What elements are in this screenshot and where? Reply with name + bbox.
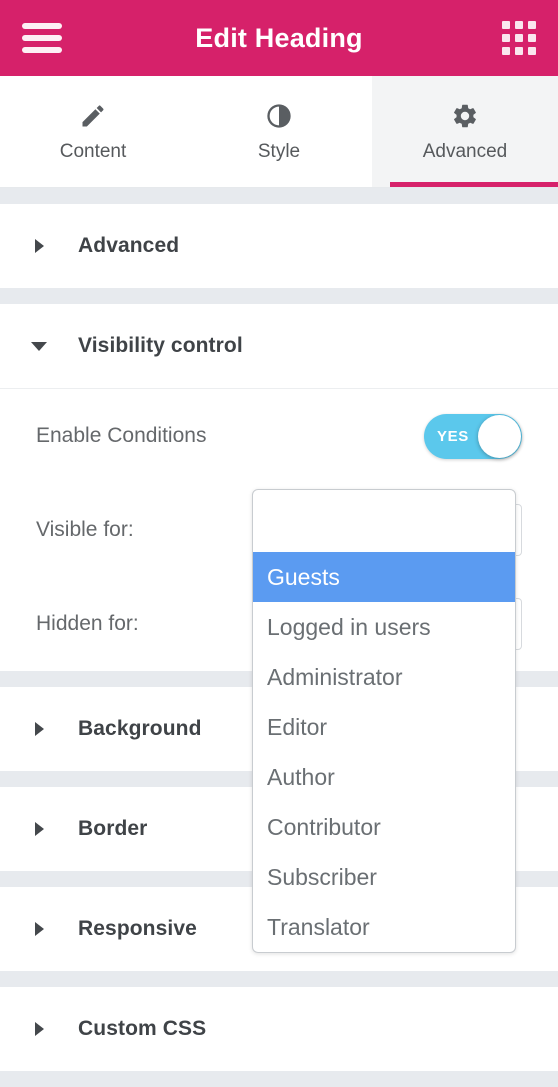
section-divider xyxy=(0,288,558,304)
grid-dot xyxy=(515,21,523,29)
chevron-right-icon xyxy=(32,721,48,737)
toggle-knob xyxy=(478,414,521,458)
grid-dot xyxy=(515,34,523,42)
grid-dot xyxy=(528,34,536,42)
grid-dot xyxy=(502,34,510,42)
dropdown-option-editor[interactable]: Editor xyxy=(253,702,515,752)
app-header: Edit Heading xyxy=(0,0,558,76)
tab-label: Advanced xyxy=(422,140,508,162)
section-divider xyxy=(0,188,558,204)
hamburger-bar xyxy=(22,23,62,29)
dropdown-option-subscriber[interactable]: Subscriber xyxy=(253,852,515,902)
section-title: Visibility control xyxy=(78,334,243,357)
hamburger-menu-icon[interactable] xyxy=(22,23,62,53)
section-title: Custom CSS xyxy=(78,1017,207,1040)
section-header-custom-css[interactable]: Custom CSS xyxy=(0,987,558,1071)
chevron-right-icon xyxy=(32,238,48,254)
toggle-state-label: YES xyxy=(437,427,469,445)
dropdown-option-contributor[interactable]: Contributor xyxy=(253,802,515,852)
section-divider xyxy=(0,1071,558,1087)
grid-dot xyxy=(515,47,523,55)
section-divider xyxy=(0,971,558,987)
dropdown-blank-option[interactable] xyxy=(253,490,515,552)
tab-style[interactable]: Style xyxy=(186,76,372,187)
grid-dot xyxy=(502,21,510,29)
section-title: Background xyxy=(78,717,202,740)
section-title: Advanced xyxy=(78,234,180,257)
page-title: Edit Heading xyxy=(195,22,363,53)
apps-grid-icon[interactable] xyxy=(502,21,536,55)
enable-conditions-row: Enable Conditions YES xyxy=(36,389,522,483)
pencil-icon xyxy=(78,101,108,131)
contrast-icon xyxy=(264,101,294,131)
chevron-right-icon xyxy=(32,821,48,837)
hamburger-bar xyxy=(22,47,62,53)
hamburger-bar xyxy=(22,35,62,41)
grid-dot xyxy=(502,47,510,55)
enable-conditions-label: Enable Conditions xyxy=(36,424,207,447)
section-header-visibility-control[interactable]: Visibility control xyxy=(0,304,558,388)
grid-dot xyxy=(528,21,536,29)
gear-icon xyxy=(450,101,480,131)
dropdown-option-logged-in-users[interactable]: Logged in users xyxy=(253,602,515,652)
section-title: Responsive xyxy=(78,917,197,940)
chevron-down-icon xyxy=(31,338,48,354)
grid-dot xyxy=(528,47,536,55)
chevron-right-icon xyxy=(32,1021,48,1037)
dropdown-option-guests[interactable]: Guests xyxy=(253,552,515,602)
section-title: Border xyxy=(78,817,148,840)
tab-content[interactable]: Content xyxy=(0,76,186,187)
tab-label: Content xyxy=(59,140,127,162)
dropdown-option-translator[interactable]: Translator xyxy=(253,902,515,952)
section-header-advanced[interactable]: Advanced xyxy=(0,204,558,288)
role-select-dropdown[interactable]: Guests Logged in users Administrator Edi… xyxy=(252,489,516,953)
tab-label: Style xyxy=(257,140,301,162)
hidden-for-label: Hidden for: xyxy=(36,612,139,635)
tab-advanced[interactable]: Advanced xyxy=(372,76,558,187)
visible-for-label: Visible for: xyxy=(36,518,134,541)
dropdown-option-administrator[interactable]: Administrator xyxy=(253,652,515,702)
chevron-right-icon xyxy=(32,921,48,937)
tab-bar: Content Style Advanced xyxy=(0,76,558,188)
dropdown-option-author[interactable]: Author xyxy=(253,752,515,802)
enable-conditions-toggle[interactable]: YES xyxy=(424,413,522,459)
